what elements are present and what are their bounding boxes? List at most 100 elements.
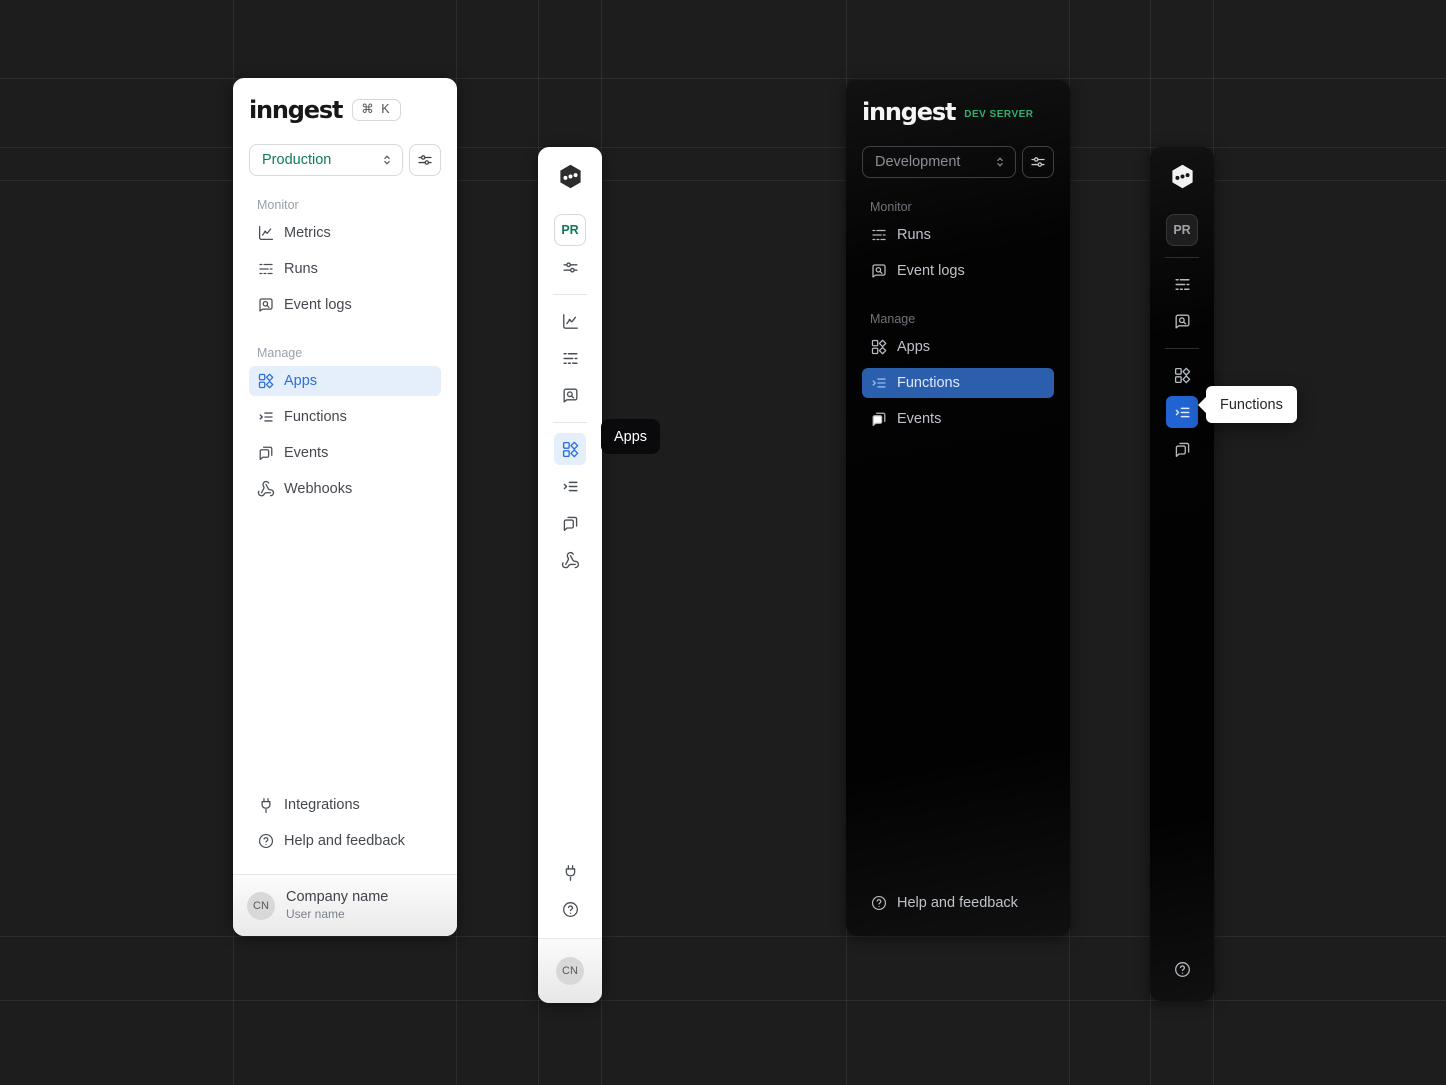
rail-item-runs[interactable] xyxy=(554,342,586,374)
filter-settings-button[interactable] xyxy=(1022,146,1054,178)
tooltip-label: Functions xyxy=(1220,397,1283,413)
rail-item-events[interactable] xyxy=(1166,433,1198,465)
divider xyxy=(553,422,587,423)
nav-item-events[interactable]: Events xyxy=(249,438,441,468)
nav-item-label: Runs xyxy=(284,261,318,277)
rail-item-filter-settings[interactable] xyxy=(554,251,586,283)
nav-item-label: Apps xyxy=(284,373,317,389)
nav-item-help-feedback[interactable]: Help and feedback xyxy=(249,826,441,856)
nav-item-webhooks[interactable]: Webhooks xyxy=(249,474,441,504)
rail-item-help[interactable] xyxy=(554,893,586,925)
help-circle-icon xyxy=(561,900,580,919)
nav-item-apps[interactable]: Apps xyxy=(249,366,441,396)
nav-item-metrics[interactable]: Metrics xyxy=(249,218,441,248)
nav-item-help-feedback[interactable]: Help and feedback xyxy=(862,888,1054,918)
nav-item-label: Metrics xyxy=(284,225,331,241)
functions-icon xyxy=(561,477,580,496)
account-menu[interactable]: CN xyxy=(538,938,602,1003)
grid-line xyxy=(0,180,1446,181)
sliders-icon xyxy=(416,151,434,169)
sliders-icon xyxy=(561,258,580,277)
nav-item-runs[interactable]: Runs xyxy=(249,254,441,284)
event-logs-icon xyxy=(870,262,888,280)
filter-settings-button[interactable] xyxy=(409,144,441,176)
rail-item-functions[interactable] xyxy=(1166,396,1198,428)
nav-item-label: Event logs xyxy=(284,297,352,313)
apps-icon xyxy=(1173,366,1192,385)
help-circle-icon xyxy=(870,894,888,912)
grid-line xyxy=(0,78,1446,79)
brand-row: inngest ⌘ K xyxy=(249,94,441,126)
rail-item-event-logs[interactable] xyxy=(1166,305,1198,337)
rail-item-runs[interactable] xyxy=(1166,268,1198,300)
nav-item-event-logs[interactable]: Event logs xyxy=(862,256,1054,286)
inngest-logo: inngest xyxy=(862,100,955,124)
company-name: Company name xyxy=(286,890,388,906)
design-canvas: inngest ⌘ K Production Monitor Metrics xyxy=(0,0,1446,1085)
rail-item-apps[interactable] xyxy=(1166,359,1198,391)
nav-item-label: Functions xyxy=(897,375,960,391)
runs-icon xyxy=(561,349,580,368)
tooltip-apps: Apps xyxy=(601,419,660,454)
sidebar-light-collapsed: PR xyxy=(538,147,602,1003)
nav-item-label: Functions xyxy=(284,409,347,425)
divider xyxy=(553,294,587,295)
runs-icon xyxy=(870,226,888,244)
tooltip-functions: Functions xyxy=(1206,386,1297,423)
nav-item-integrations[interactable]: Integrations xyxy=(249,790,441,820)
nav-item-runs[interactable]: Runs xyxy=(862,220,1054,250)
section-label-manage: Manage xyxy=(257,346,441,360)
metrics-icon xyxy=(561,312,580,331)
environment-value: Production xyxy=(262,152,331,168)
plug-icon xyxy=(257,796,275,814)
event-logs-icon xyxy=(561,386,580,405)
webhooks-icon xyxy=(257,480,275,498)
rail-item-integrations[interactable] xyxy=(554,856,586,888)
environment-badge[interactable]: PR xyxy=(1166,214,1198,246)
brand-row: inngest DEV SERVER xyxy=(862,96,1054,128)
functions-icon xyxy=(257,408,275,426)
rail-item-metrics[interactable] xyxy=(554,305,586,337)
command-k-shortcut[interactable]: ⌘ K xyxy=(352,99,400,121)
environment-select[interactable]: Development xyxy=(862,146,1016,178)
tooltip-arrow xyxy=(1198,396,1207,414)
nav-item-label: Events xyxy=(897,411,941,427)
section-label-manage: Manage xyxy=(870,312,1054,326)
chevron-up-down-icon xyxy=(379,152,395,168)
grid-line xyxy=(0,147,1446,148)
webhooks-icon xyxy=(561,551,580,570)
events-icon xyxy=(257,444,275,462)
nav-item-functions[interactable]: Functions xyxy=(862,368,1054,398)
apps-icon xyxy=(561,440,580,459)
grid-line xyxy=(0,936,1446,937)
functions-icon xyxy=(1173,403,1192,422)
plug-icon xyxy=(561,863,580,882)
chevron-up-down-icon xyxy=(992,154,1008,170)
event-logs-icon xyxy=(257,296,275,314)
section-label-monitor: Monitor xyxy=(257,198,441,212)
sidebar-dark-collapsed: PR xyxy=(1150,147,1214,1001)
environment-badge[interactable]: PR xyxy=(554,214,586,246)
divider xyxy=(1165,257,1199,258)
nav-item-label: Integrations xyxy=(284,797,360,813)
sidebar-dark-expanded: inngest DEV SERVER Development Monitor R… xyxy=(846,80,1070,936)
avatar: CN xyxy=(556,957,584,985)
nav-item-events[interactable]: Events xyxy=(862,404,1054,434)
rail-item-help[interactable] xyxy=(1166,953,1198,985)
rail-item-functions[interactable] xyxy=(554,470,586,502)
nav-item-apps[interactable]: Apps xyxy=(862,332,1054,362)
rail-item-event-logs[interactable] xyxy=(554,379,586,411)
rail-item-webhooks[interactable] xyxy=(554,544,586,576)
grid-line xyxy=(0,1000,1446,1001)
nav-item-label: Help and feedback xyxy=(284,833,405,849)
apps-icon xyxy=(257,372,275,390)
nav-item-event-logs[interactable]: Event logs xyxy=(249,290,441,320)
rail-item-events[interactable] xyxy=(554,507,586,539)
help-circle-icon xyxy=(1173,960,1192,979)
dev-server-tag: DEV SERVER xyxy=(964,109,1033,120)
account-menu[interactable]: CN Company name User name xyxy=(233,874,457,936)
rail-item-apps[interactable] xyxy=(554,433,586,465)
inngest-hexagon-logo xyxy=(1169,163,1196,190)
environment-select[interactable]: Production xyxy=(249,144,403,176)
nav-item-functions[interactable]: Functions xyxy=(249,402,441,432)
